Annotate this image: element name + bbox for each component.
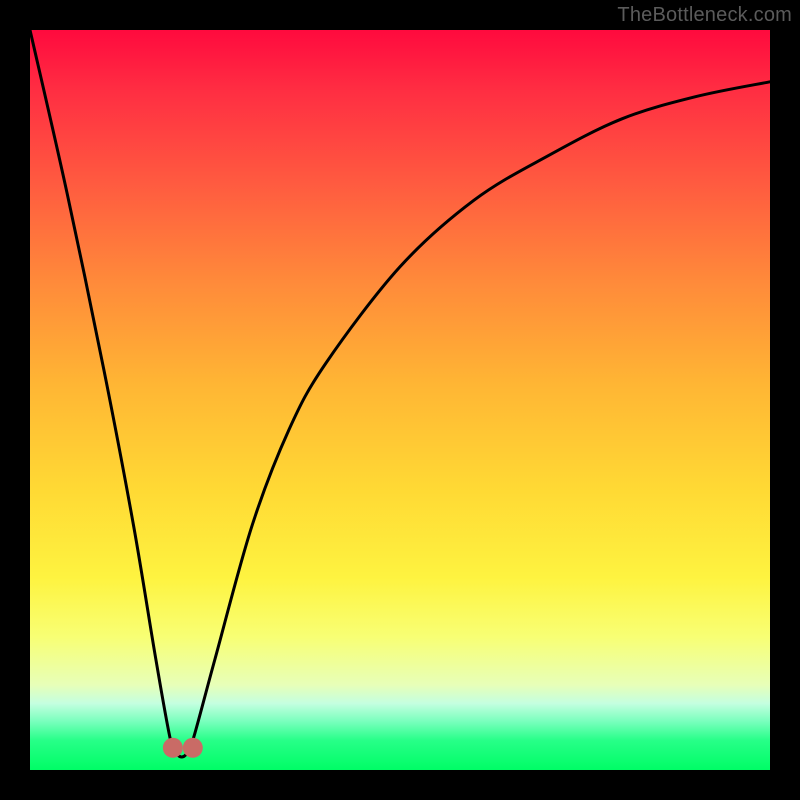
chart-frame: TheBottleneck.com	[0, 0, 800, 800]
valley-marker-left	[163, 738, 183, 758]
watermark-text: TheBottleneck.com	[617, 4, 792, 27]
curve-svg	[30, 30, 770, 770]
valley-marker-right	[183, 738, 203, 758]
bottleneck-curve	[30, 30, 770, 757]
plot-area	[30, 30, 770, 770]
